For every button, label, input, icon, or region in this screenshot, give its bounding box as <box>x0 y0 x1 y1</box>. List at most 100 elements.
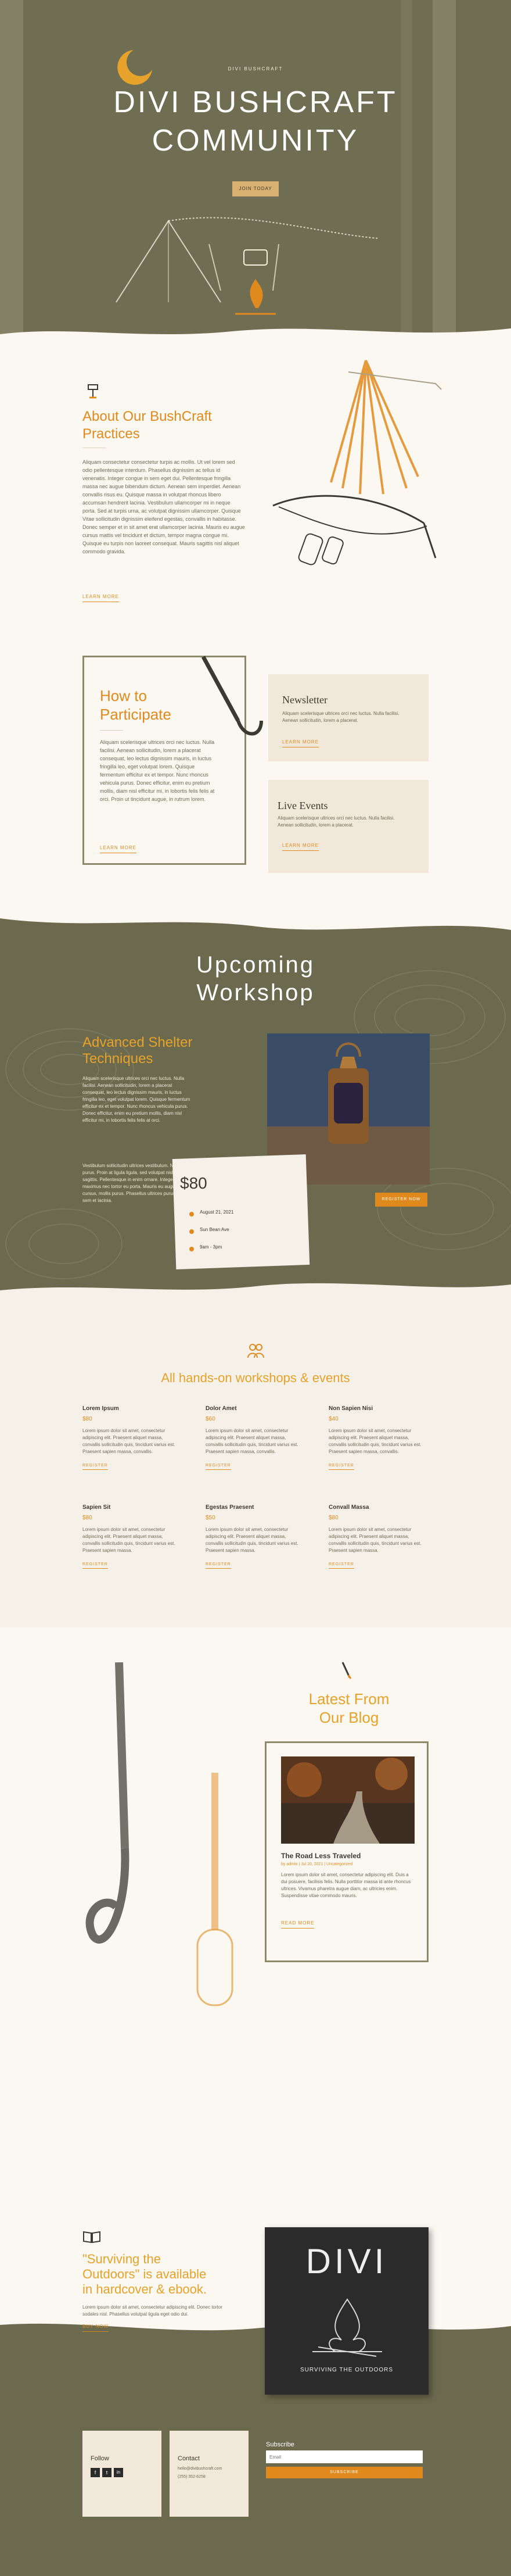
workshop-item-price: $80 <box>82 1416 92 1422</box>
newsletter-card: Newsletter Aliquam scelerisque ultrices … <box>268 674 429 761</box>
workshop-subtitle-line1: Advanced Shelter <box>82 1035 193 1050</box>
about-learn-more[interactable]: LEARN MORE <box>82 592 119 602</box>
workshop-item-body: Lorem ipsum dolor sit amet, consectetur … <box>82 1428 175 1454</box>
subscribe-button[interactable]: SUBSCRIBE <box>266 2467 423 2478</box>
book-section: "Surviving the Outdoors" is available in… <box>0 2127 511 2406</box>
hero-title-line2: COMMUNITY <box>152 124 359 158</box>
workshop-item: Egestas Praesent $50 Lorem ipsum dolor sit… <box>206 1504 310 1591</box>
contact-label: Contact <box>178 2455 200 2462</box>
newsletter-body: Aliquam scelerisque ultrices orci nec lu… <box>282 711 400 723</box>
workshop-item-register[interactable]: REGISTER <box>206 1464 231 1470</box>
workshop-item-body: Lorem ipsum dolor sit amet, consectetur … <box>206 1527 298 1553</box>
workshop-date: August 21, 2021 <box>200 1210 234 1215</box>
participate-divider <box>100 730 123 731</box>
workshop-body1: Aliquam scelerisque ultrices orci nec lu… <box>82 1076 190 1123</box>
blog-post-body: Lorem ipsum dolor sit amet, consectetur … <box>281 1872 411 1898</box>
hero-eyebrow: DIVI BUSHCRAFT <box>228 66 283 71</box>
workshop-item-price: $80 <box>82 1515 92 1521</box>
events-learn-more[interactable]: LEARN MORE <box>282 840 319 851</box>
hero-title-line1: DIVI BUSHCRAFT <box>113 85 398 119</box>
date-icon <box>189 1212 194 1217</box>
participate-title-line2: Participate <box>100 706 171 723</box>
subscribe-label: Subscribe <box>266 2441 294 2448</box>
hero-illustration <box>0 0 511 343</box>
workshop-item-title: Non Sapien Nisi <box>329 1405 373 1412</box>
register-now-button[interactable]: REGISTER NOW <box>375 1193 427 1207</box>
newsletter-title: Newsletter <box>282 694 328 706</box>
book-body: Lorem ipsum dolor sit amet, consectetur … <box>82 2305 222 2317</box>
facebook-icon[interactable]: f <box>91 2468 100 2477</box>
linkedin-icon[interactable]: in <box>114 2468 123 2477</box>
book-quote-line2: Outdoors" is available <box>82 2267 207 2281</box>
workshop-item: Sapien Sit $80 Lorem ipsum dolor sit amet,… <box>82 1504 187 1591</box>
blog-read-more[interactable]: READ MORE <box>281 1918 315 1929</box>
workshop-item-title: Dolor Amet <box>206 1405 237 1412</box>
workshops-section: All hands-on workshops & events Lorem Ip… <box>0 1302 511 1627</box>
workshop-item-register[interactable]: REGISTER <box>206 1562 231 1569</box>
events-body: Aliquam scelerisque ultrices orci nec lu… <box>278 815 395 828</box>
book-cover-subtitle: SURVIVING THE OUTDOORS <box>300 2367 393 2373</box>
workshop-location: Sun Bean Ave <box>200 1227 229 1232</box>
workshop-title-line1: Upcoming <box>196 952 315 978</box>
workshop-item-body: Lorem ipsum dolor sit amet, consectetur … <box>329 1428 422 1454</box>
book-icon <box>82 2230 101 2244</box>
time-icon <box>189 1247 194 1251</box>
contact-card <box>170 2431 249 2517</box>
blog-post-meta: by admin | Jul 10, 2021 | Uncategorized <box>281 1862 353 1866</box>
twitter-icon[interactable]: t <box>102 2468 111 2477</box>
hero-section: DIVI BUSHCRAFT DIVI BUSHCRAFT COMMUNITY … <box>0 0 511 343</box>
book-cover-fire-illustration <box>312 2298 382 2357</box>
about-title-line2: Practices <box>82 426 140 442</box>
workshop-item-title: Egestas Praesent <box>206 1504 254 1511</box>
workshops-heading: All hands-on workshops & events <box>161 1371 350 1385</box>
workshop-item-price: $80 <box>329 1515 339 1521</box>
workshop-item: Dolor Amet $60 Lorem ipsum dolor sit amet,… <box>206 1405 310 1493</box>
subscribe-email-input[interactable] <box>266 2450 423 2463</box>
workshop-item-title: Lorem Ipsum <box>82 1405 119 1412</box>
workshop-item: Convall Massa $80 Lorem ipsum dolor sit am… <box>329 1504 433 1591</box>
participate-title-line1: How to <box>100 687 147 704</box>
people-icon <box>246 1341 265 1360</box>
about-body: Aliquam consectetur consectetur turpis a… <box>82 459 245 554</box>
book-quote-line3: in hardcover & ebook. <box>82 2282 207 2296</box>
workshop-item-register[interactable]: REGISTER <box>82 1562 108 1569</box>
workshop-price: $80 <box>180 1174 207 1192</box>
workshop-subtitle-line2: Techniques <box>82 1051 153 1067</box>
workshop-item-title: Sapien Sit <box>82 1504 111 1511</box>
workshop-item-title: Convall Massa <box>329 1504 369 1511</box>
contact-phone: (255) 352-6258 <box>178 2475 206 2479</box>
tool-icon <box>85 381 103 400</box>
workshop-item-body: Lorem ipsum dolor sit amet, consectetur … <box>82 1527 175 1553</box>
pen-icon <box>339 1661 353 1680</box>
about-section: About Our BushCraft Practices Aliquam co… <box>0 343 511 616</box>
location-icon <box>189 1229 194 1234</box>
workshop-item-register[interactable]: REGISTER <box>82 1464 108 1470</box>
blog-heading-line1: Latest From <box>308 1690 390 1708</box>
workshop-item-body: Lorem ipsum dolor sit amet, consectetur … <box>329 1527 422 1553</box>
join-today-button[interactable]: JOIN TODAY <box>232 181 279 196</box>
book-quote-line1: "Surviving the <box>82 2252 161 2266</box>
workshop-item-register[interactable]: REGISTER <box>329 1464 354 1470</box>
newsletter-learn-more[interactable]: LEARN MORE <box>282 737 319 747</box>
contact-email[interactable]: hello@divibushcraft.com <box>178 2467 222 2471</box>
workshop-item-price: $40 <box>329 1416 339 1422</box>
workshop-item: Non Sapien Nisi $40 Lorem ipsum dolor sit … <box>329 1405 433 1493</box>
workshop-item-price: $60 <box>206 1416 215 1422</box>
book-background <box>0 2127 511 2406</box>
book-cover-title: DIVI <box>305 2242 388 2281</box>
book-buy-now[interactable]: BUY NOW <box>82 2321 109 2332</box>
footer-section: Follow f t in Contact hello@divibushcraf… <box>0 2406 511 2576</box>
workshop-time: 9am - 3pm <box>200 1244 222 1250</box>
events-card: Live Events Aliquam scelerisque ultrices… <box>268 780 429 873</box>
follow-label: Follow <box>91 2455 109 2462</box>
workshop-item: Lorem Ipsum $80 Lorem ipsum dolor sit amet… <box>82 1405 187 1493</box>
blog-post-title: The Road Less Traveled <box>281 1852 361 1860</box>
workshop-title-line2: Workshop <box>196 980 315 1006</box>
workshop-item-register[interactable]: REGISTER <box>329 1562 354 1569</box>
workshop-item-price: $50 <box>206 1515 215 1521</box>
workshop-section: Upcoming Workshop Advanced Shelter Techn… <box>0 918 511 1302</box>
participate-learn-more[interactable]: LEARN MORE <box>100 843 136 853</box>
blog-post-image <box>281 1756 415 1844</box>
blog-section: Latest From Our Blog The Road Less Trave… <box>0 1627 511 2127</box>
about-title-line1: About Our BushCraft <box>82 409 212 424</box>
